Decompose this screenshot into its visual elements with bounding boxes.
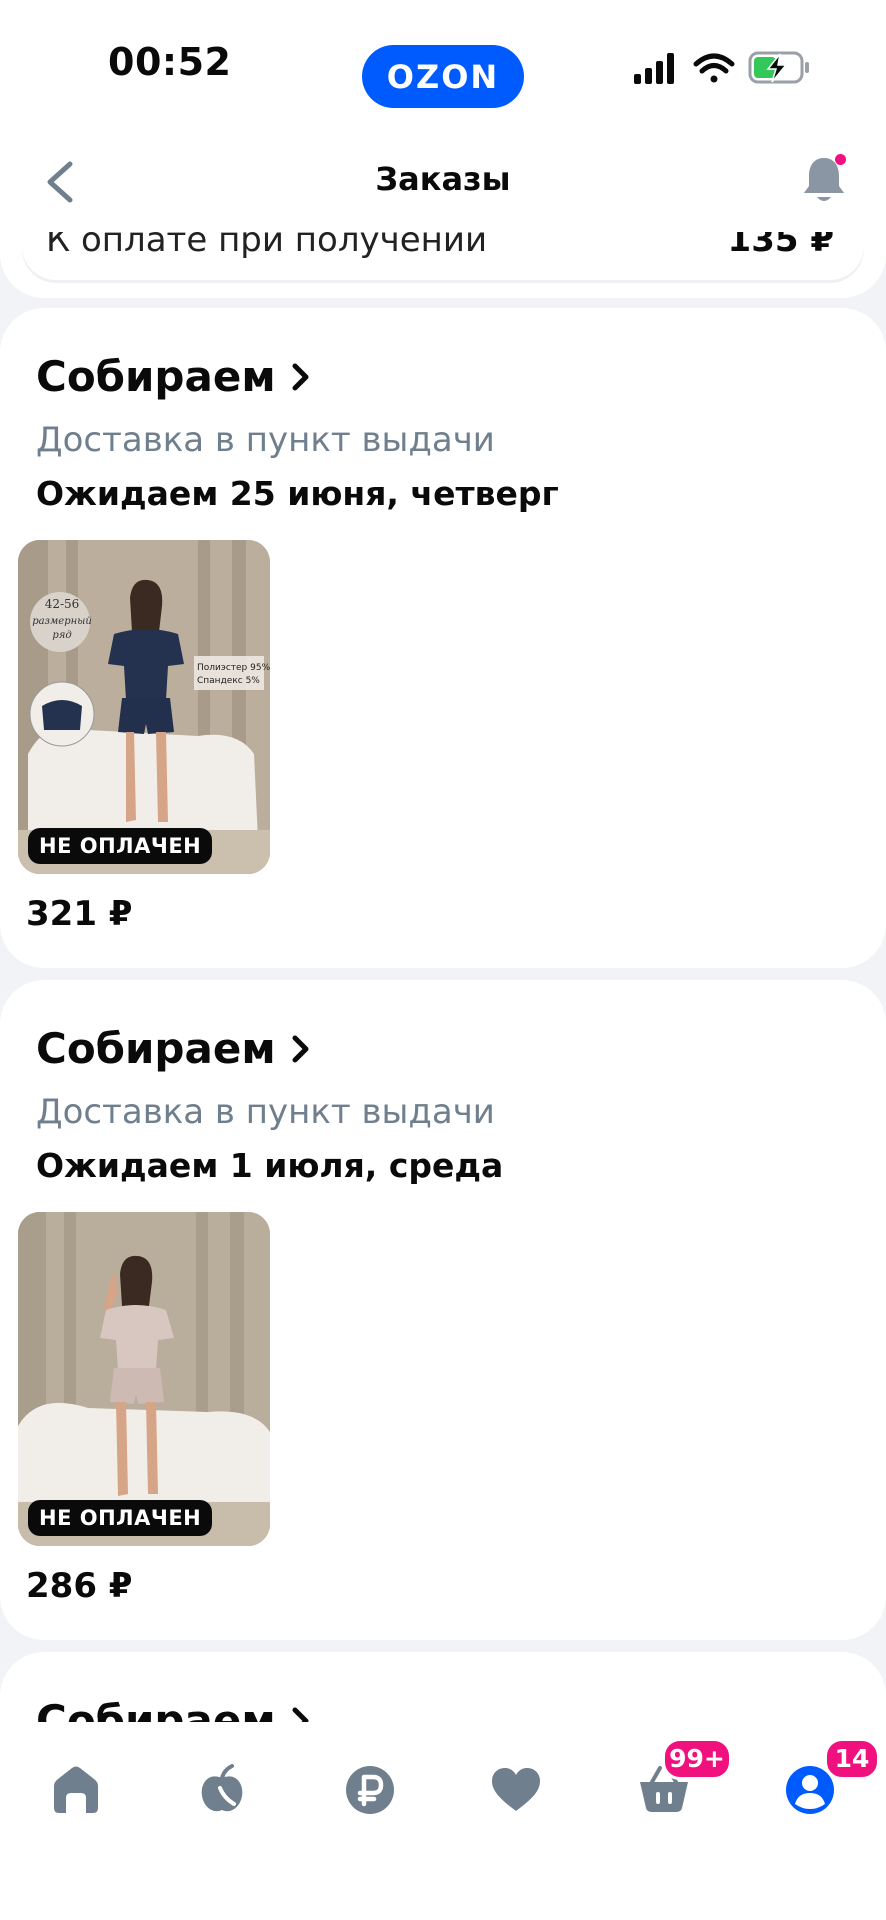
order-status: Собираем <box>36 352 276 401</box>
chevron-right-icon <box>292 363 309 390</box>
order-card[interactable]: Собираем Доставка в пункт выдачи Ожидаем… <box>0 308 886 968</box>
ozon-logo: OZON <box>362 45 524 108</box>
order-status-link[interactable]: Собираем <box>36 1024 312 1073</box>
notifications-count-badge: 14 <box>824 1738 880 1780</box>
bottom-navigation <box>0 1722 886 1920</box>
fabric-polyester-label: Полиэстер 95% <box>197 663 270 673</box>
fresh-icon[interactable] <box>194 1762 250 1818</box>
notification-dot <box>835 154 846 165</box>
unpaid-badge: НЕ ОПЛАЧЕН <box>28 1500 213 1536</box>
fabric-spandex-label: Спандекс 5% <box>197 676 260 686</box>
size-range-caption-1: размерный <box>32 616 92 627</box>
status-time: 00:52 <box>108 40 232 84</box>
order-status: Собираем <box>36 1024 276 1073</box>
order-status-link[interactable]: Собираем <box>36 352 312 401</box>
order-card[interactable]: Собираем Доставка в пункт выдачи Ожидаем… <box>0 980 886 1640</box>
expected-date: Ожидаем 1 июля, среда <box>36 1146 504 1185</box>
order-price: 286 ₽ <box>26 1566 133 1606</box>
cart-count-badge: 99+ <box>662 1738 732 1780</box>
top-bar: 00:52 OZON Заказы <box>0 0 886 232</box>
size-range-label: 42-56 <box>45 597 80 611</box>
size-range-caption-2: ряд <box>52 630 71 641</box>
expected-date: Ожидаем 25 июня, четверг <box>36 474 559 513</box>
signal-icon <box>634 53 674 84</box>
pajama-beige-photo <box>18 1212 270 1546</box>
wifi-icon <box>693 53 735 83</box>
home-icon[interactable] <box>48 1762 104 1818</box>
product-image[interactable]: 42-56 размерный ряд Полиэстер 95% Спанде… <box>18 540 270 874</box>
ruble-icon[interactable] <box>342 1762 398 1818</box>
pajama-navy-photo: 42-56 размерный ряд Полиэстер 95% Спанде… <box>18 540 270 874</box>
battery-charging-icon <box>748 51 809 84</box>
ozon-logo-text: OZON <box>386 57 500 96</box>
order-price: 321 ₽ <box>26 894 133 934</box>
page-title: Заказы <box>375 160 511 198</box>
heart-icon[interactable] <box>488 1762 544 1818</box>
delivery-type: Доставка в пункт выдачи <box>36 420 495 460</box>
product-image[interactable]: НЕ ОПЛАЧЕН <box>18 1212 270 1546</box>
chevron-right-icon <box>292 1035 309 1062</box>
status-icons <box>634 51 809 84</box>
delivery-type: Доставка в пункт выдачи <box>36 1092 495 1132</box>
unpaid-badge: НЕ ОПЛАЧЕН <box>28 828 213 864</box>
